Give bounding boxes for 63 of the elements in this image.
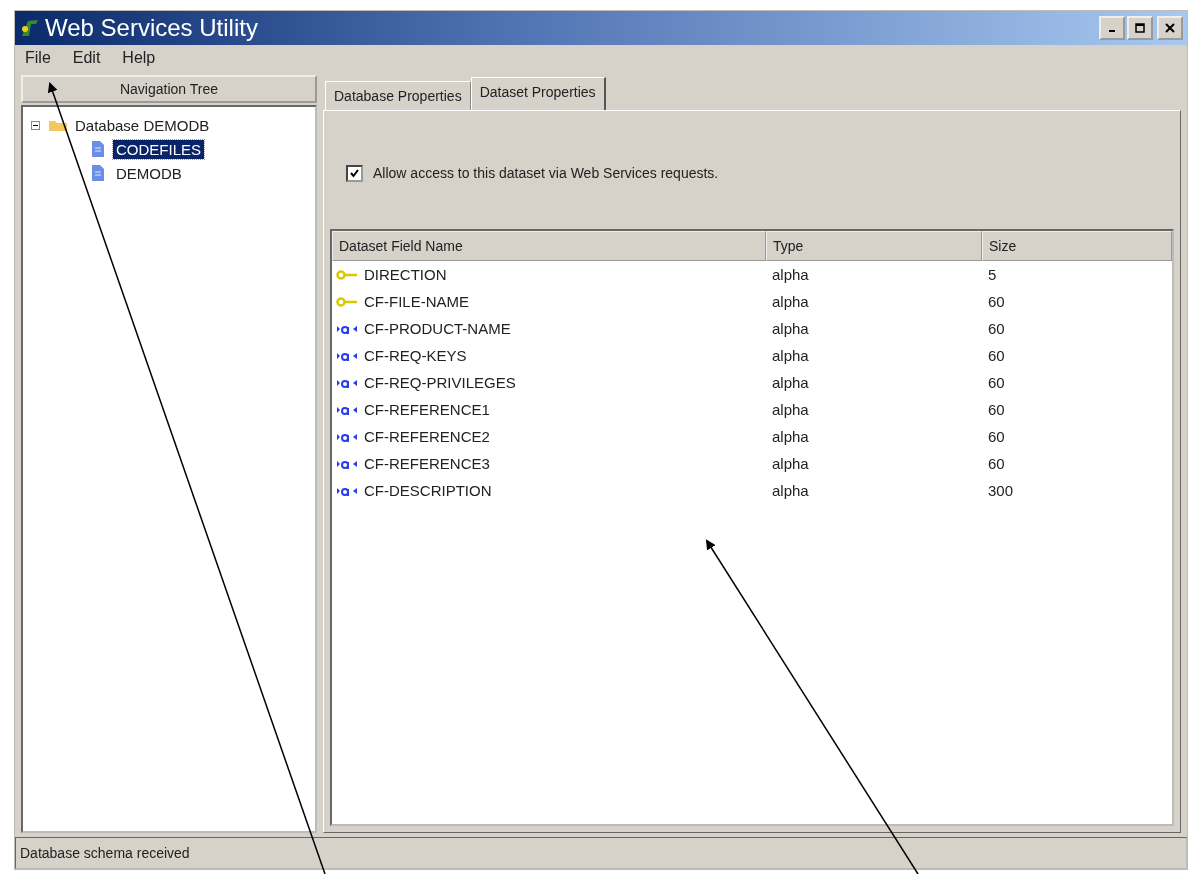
expander-icon[interactable] — [31, 120, 40, 130]
tab[interactable]: Dataset Properties — [470, 77, 606, 110]
app-icon — [19, 17, 41, 39]
close-button[interactable] — [1157, 16, 1183, 40]
table-cell: alpha — [772, 266, 809, 283]
tree-item[interactable]: DEMODB — [113, 163, 185, 183]
table-cell: alpha — [772, 293, 809, 310]
column-header[interactable]: Dataset Field Name — [332, 231, 766, 261]
status-bar: Database schema received — [15, 837, 1187, 869]
table-cell: 60 — [988, 428, 1005, 445]
key-icon — [336, 269, 358, 280]
panel-header: Navigation Tree — [21, 75, 317, 103]
folder-icon — [48, 118, 68, 132]
check-icon — [349, 167, 360, 179]
table-cell: CF-REFERENCE2 — [364, 428, 490, 445]
field-icon — [336, 485, 358, 496]
table-cell: alpha — [772, 482, 809, 499]
close-icon — [1165, 23, 1175, 33]
table-cell: 60 — [988, 455, 1005, 472]
table-cell: 60 — [988, 320, 1005, 337]
column-header[interactable]: Type — [766, 231, 982, 261]
maximize-icon — [1135, 23, 1145, 33]
table-cell: CF-REFERENCE3 — [364, 455, 490, 472]
document-icon — [91, 164, 105, 182]
table-cell: CF-PRODUCT-NAME — [364, 320, 511, 337]
table-cell: CF-REFERENCE1 — [364, 401, 490, 418]
table-cell: DIRECTION — [364, 266, 447, 283]
menu-item[interactable]: File — [25, 49, 51, 67]
table-cell: 60 — [988, 374, 1005, 391]
table-cell: 300 — [988, 482, 1014, 499]
field-icon — [336, 350, 358, 361]
field-icon — [336, 404, 358, 415]
maximize-button[interactable] — [1127, 16, 1153, 40]
field-icon — [336, 323, 358, 334]
table-cell: 5 — [988, 266, 997, 283]
document-icon — [91, 140, 105, 158]
checkbox-label: Allow access to this dataset via Web Services requests. — [373, 165, 719, 181]
tree-item[interactable]: CODEFILES — [113, 139, 205, 159]
menu-item[interactable]: Edit — [72, 49, 101, 67]
minimize-icon — [1109, 30, 1115, 32]
checkbox[interactable] — [346, 164, 363, 182]
table-cell: alpha — [772, 347, 809, 364]
field-icon — [336, 377, 358, 388]
field-icon — [336, 458, 358, 469]
window-title: Web Services Utility — [45, 14, 258, 42]
table-cell: 60 — [988, 293, 1005, 310]
menu-item[interactable]: Help — [122, 49, 156, 67]
table-cell: 60 — [988, 347, 1005, 364]
table-cell: CF-REQ-KEYS — [364, 347, 467, 364]
table-cell: alpha — [772, 455, 809, 472]
tab[interactable]: Database Properties — [325, 81, 471, 110]
table-cell: alpha — [772, 428, 809, 445]
table-cell: CF-DESCRIPTION — [364, 482, 492, 499]
table-cell: CF-FILE-NAME — [364, 293, 469, 310]
table-cell: 60 — [988, 401, 1005, 418]
table-cell: alpha — [772, 401, 809, 418]
field-icon — [336, 431, 358, 442]
column-header[interactable]: Size — [982, 231, 1172, 261]
tree-item[interactable]: Database DEMODB — [72, 115, 213, 135]
key-icon — [336, 296, 358, 307]
table-cell: alpha — [772, 374, 809, 391]
table-cell: alpha — [772, 320, 809, 337]
table-cell: CF-REQ-PRIVILEGES — [364, 374, 516, 391]
